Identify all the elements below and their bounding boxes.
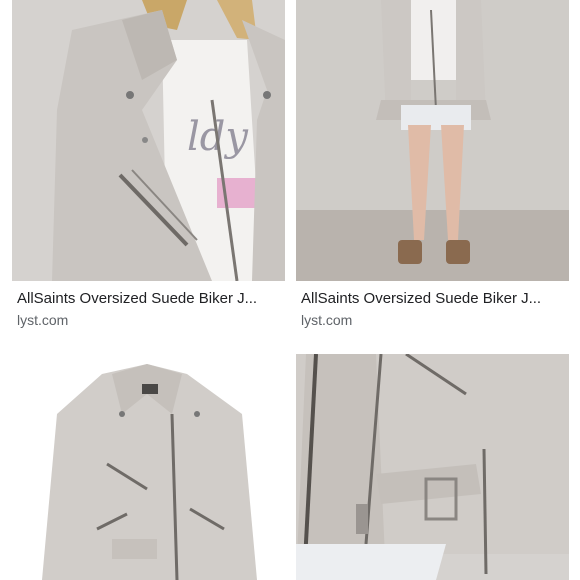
- model-full-length-jacket-photo: [296, 0, 569, 281]
- result-thumbnail[interactable]: [12, 354, 285, 580]
- jacket-product-flatlay-photo: [12, 354, 285, 580]
- image-result-card[interactable]: AllSaints Oversized Suede Biker J... lys…: [296, 0, 569, 340]
- result-title-link[interactable]: AllSaints Oversized Suede Biker J...: [301, 290, 565, 307]
- result-source: lyst.com: [301, 312, 353, 328]
- result-thumbnail[interactable]: [296, 0, 569, 281]
- image-result-card[interactable]: [12, 354, 285, 580]
- result-title-link[interactable]: AllSaints Oversized Suede Biker J...: [17, 290, 281, 307]
- jacket-zipper-detail-photo: [296, 354, 569, 580]
- image-result-card[interactable]: [296, 354, 569, 580]
- result-thumbnail[interactable]: ldy: [12, 0, 285, 281]
- model-closeup-jacket-photo: ldy: [12, 0, 285, 281]
- result-source: lyst.com: [17, 312, 69, 328]
- image-result-card[interactable]: ldy AllSaints Oversized Suede Biker J...…: [12, 0, 285, 340]
- result-thumbnail[interactable]: [296, 354, 569, 580]
